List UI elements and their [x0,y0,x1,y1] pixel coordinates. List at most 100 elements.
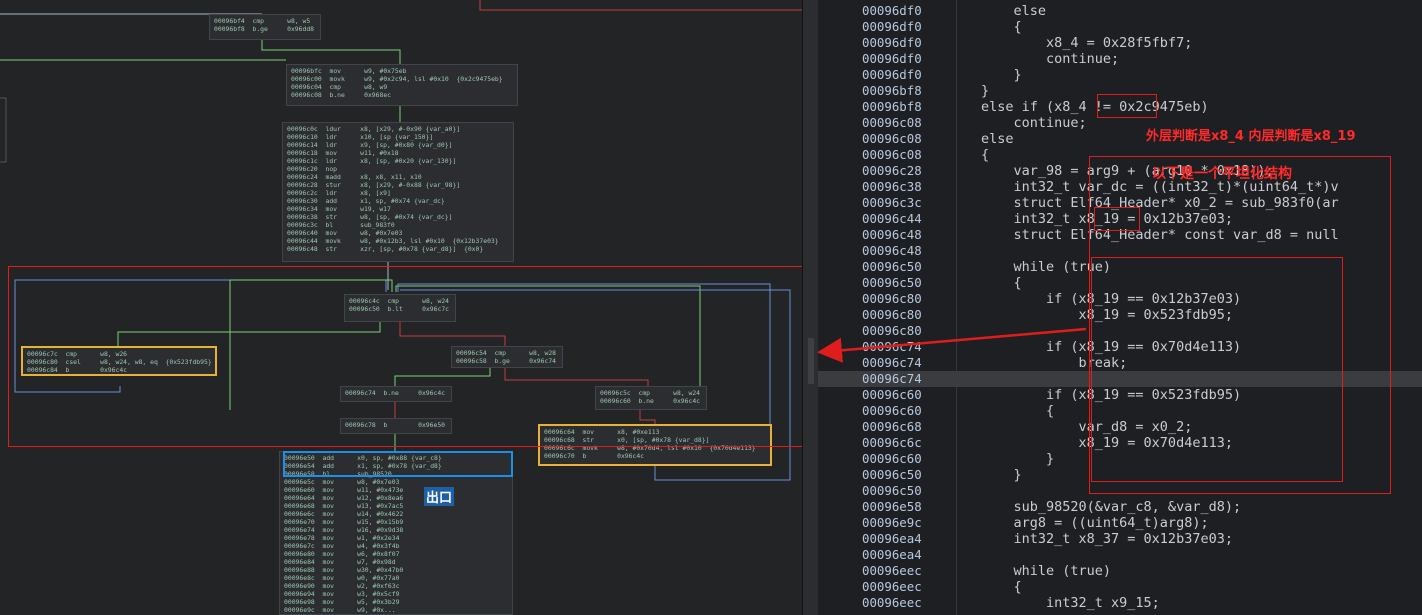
code-line[interactable]: x8_19 = 0x523fdb95; [981,307,1422,323]
asm-line: 00096c1c ldr x8, [sp, #0x20 {var_130}] [287,157,457,165]
code-line[interactable]: sub_98520(&var_c8, &var_d8); [981,499,1422,515]
code-line[interactable]: { [981,579,1422,595]
address-line: 00096c08 [862,131,922,146]
code-line[interactable]: x8_19 = 0x70d4e113; [981,435,1422,451]
graph-block-b3[interactable]: 00096c0c ldur x8, [x29, #-0x90 {var_a0}]… [282,122,514,262]
code-line[interactable]: } [981,451,1422,467]
code-line[interactable]: } [981,83,1422,99]
code-line[interactable]: while (true) [981,563,1422,579]
asm-line: 00096c14 ldr x9, [sp, #0x80 {var_d0}] [287,141,453,149]
asm-line: 00096c08 b.ne 0x968ec [291,91,392,99]
graph-block-b4[interactable]: 00096c4c cmp w8, w24 00096c50 b.lt 0x96c7… [344,294,456,322]
address-line: 00096c3c [862,195,922,210]
asm-line: 00096c28 stur x8, [x29, #-0x88 {var_98}] [287,181,461,189]
asm-line: 00096c84 b 0x96c4c [27,366,128,374]
address-line: 00096df0 [862,67,922,82]
address-line: 00096eec [862,595,922,610]
graph-block-b11[interactable]: 00096e50 add x0, sp, #0x88 {var_c8} 00096… [279,451,513,615]
code-line[interactable]: { [981,19,1422,35]
graph-block-b2[interactable]: 00096bfc mov w9, #0x75eb 00096c00 movk w9… [286,64,518,106]
asm-line: 00096e80 mov w6, #0x8f07 [284,550,400,558]
address-line: 00096eec [862,563,922,578]
code-line[interactable] [981,243,1422,259]
address-line: 00096c28 [862,163,922,178]
asm-line: 00096e7c mov w4, #0x3f4b [284,542,400,550]
graph-block-b1[interactable]: 00096bf4 cmp w8, w5 00096bf8 b.ge 0x96dd8 [209,14,321,40]
code-line[interactable]: struct Elf64_Header* x0_2 = sub_983f0(ar [981,195,1422,211]
splitter-grip[interactable] [808,338,814,384]
address-line: 00096c74 [862,371,922,386]
address-line: 00096c08 [862,115,922,130]
address-column: 00096df0 00096df0 00096df0 00096df0 00096df0… [862,3,932,611]
address-line: 00096c80 [862,291,922,306]
address-line: 00096c50 [862,275,922,290]
asm-line: 00096e60 mov w11, #0x473e [284,486,404,494]
graph-block-b5[interactable]: 00096c7c cmp w8, w26 00096c80 csel w8, w2… [21,346,217,376]
asm-line: 00096c40 mov w8, #0x7e03 [287,229,403,237]
graph-block-b7[interactable]: 00096c74 b.ne 0x96c4c [340,386,452,402]
code-line[interactable]: while (true) [981,259,1422,275]
code-line[interactable]: var_d8 = x0_2; [981,419,1422,435]
address-line: 00096c60 [862,387,922,402]
asm-line: 00096e5c mov w8, #0x7e03 [284,478,400,486]
code-line[interactable] [981,483,1422,499]
asm-line: 00096c4c cmp w8, w24 [349,297,450,305]
address-line: 00096df0 [862,51,922,66]
code-line[interactable]: continue; [981,51,1422,67]
address-line: 00096ea4 [862,531,922,546]
code-line[interactable]: } [981,67,1422,83]
address-line: 00096c60 [862,403,922,418]
asm-line: 00096c34 mov w19, w17 [287,205,391,213]
code-line[interactable]: if (x8_19 == 0x12b37e03) [981,291,1422,307]
code-line[interactable]: break; [981,355,1422,371]
asm-line: 00096c24 madd x8, x8, x11, x10 [287,173,422,181]
address-line: 00096bf8 [862,83,922,98]
code-line[interactable]: } [981,467,1422,483]
address-line: 00096c50 [862,259,922,274]
asm-line: 00096e70 mov w15, #0x15b9 [284,518,404,526]
graph-block-b6[interactable]: 00096c54 cmp w8, w28 00096c58 b.ge 0x96c7… [451,346,563,368]
asm-line: 00096c10 ldr x10, [sp {var_150}] [287,133,434,141]
code-line[interactable]: { [981,403,1422,419]
graph-block-b8[interactable]: 00096c5c cmp w8, w24 00096c60 b.ne 0x96c4… [595,386,707,410]
address-line: 00096eec [862,579,922,594]
address-line: 00096c74 [862,339,922,354]
code-line[interactable]: int32_t x8_37 = 0x12b37e03; [981,531,1422,547]
asm-line: 00096c50 b.lt 0x96c7c [349,305,450,313]
code-line[interactable]: x8_4 = 0x28f5fbf7; [981,35,1422,51]
asm-line: 00096c7c cmp w8, w26 [27,350,128,358]
code-line[interactable]: { [981,275,1422,291]
exit-label: 出口 [424,487,455,506]
asm-line: 00096e64 mov w12, #0x8ea6 [284,494,404,502]
address-line: 00096c50 [862,483,922,498]
code-line[interactable]: if (x8_19 == 0x523fdb95) [981,387,1422,403]
asm-line: 00096c44 movk w8, #0x12b3, lsl #0x10 {0x… [287,237,499,245]
decompiler-panel[interactable]: 00096df0 00096df0 00096df0 00096df0 00096df0… [818,0,1422,615]
code-line[interactable] [981,323,1422,339]
code-line[interactable]: if (x8_19 == 0x70d4e113) [981,339,1422,355]
address-line: 00096c80 [862,323,922,338]
code-line[interactable] [981,547,1422,563]
code-line[interactable]: int32_t x8_19 = 0x12b37e03; [981,211,1422,227]
code-line[interactable] [981,371,1422,387]
graph-block-b9[interactable]: 00096c78 b 0x96e50 [340,418,452,434]
pseudo-c-code[interactable]: else { x8_4 = 0x28f5fbf7; continue; }} el… [981,3,1422,611]
code-line[interactable]: arg8 = ((uint64_t)arg8); [981,515,1422,531]
asm-line: 00096e9c mov w9, #0x... [284,606,396,614]
asm-line: 00096c70 b 0x96c4c [544,452,645,460]
address-line: 00096c48 [862,243,922,258]
code-line[interactable]: { [981,147,1422,163]
asm-line: 00096c00 movk w9, #0x2c94, lsl #0x10 {0x… [291,75,503,83]
address-line: 00096c44 [862,211,922,226]
asm-line: 00096c68 str x0, [sp, #0x78 {var_d8}] [544,436,710,444]
code-line[interactable]: else if (x8_4 != 0x2c9475eb) [981,99,1422,115]
address-line: 00096c80 [862,307,922,322]
asm-line: 00096e8c mov w0, #0x77a0 [284,574,400,582]
code-line[interactable]: int32_t x9_15; [981,595,1422,611]
asm-line: 00096e84 mov w7, #0x98d [284,558,396,566]
asm-line: 00096e78 mov w1, #0x2e34 [284,534,400,542]
code-line[interactable]: struct Elf64_Header* const var_d8 = null [981,227,1422,243]
graph-block-b10[interactable]: 00096c64 mov x8, #0xe113 00096c68 str x0,… [538,424,772,466]
graph-view-panel[interactable]: 00096bf4 cmp w8, w5 00096bf8 b.ge 0x96dd8… [0,0,802,615]
code-line[interactable]: else [981,3,1422,19]
